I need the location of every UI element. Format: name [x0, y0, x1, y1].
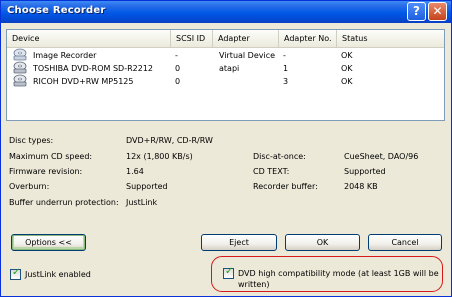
recorder-buffer-label: Recorder buffer:	[253, 182, 318, 191]
firmware-value: 1.64	[126, 167, 144, 176]
max-speed-label: Maximum CD speed:	[9, 152, 93, 161]
checkmark-icon: ✓	[225, 266, 234, 277]
choose-recorder-dialog: Choose Recorder ? ✕ Device SCSI ID Adapt…	[0, 0, 452, 297]
adapter-no: 1	[283, 64, 289, 73]
status: OK	[341, 64, 353, 73]
disc-types-label: Disc types:	[9, 136, 54, 145]
close-button[interactable]: ✕	[428, 2, 447, 21]
disc-types-value: DVD+R/RW, CD-R/RW	[126, 136, 213, 145]
column-header-scsi-id[interactable]: SCSI ID	[171, 30, 213, 47]
justlink-checkbox[interactable]: ✓	[10, 267, 21, 280]
table-row[interactable]: TOSHIBA DVD-ROM SD-R2212 0 atapi 1 OK	[7, 61, 444, 75]
dvd-compat-label-line2[interactable]: written)	[238, 280, 269, 289]
image-recorder-icon	[13, 48, 27, 61]
firmware-label: Firmware revision:	[9, 167, 83, 176]
title-bar[interactable]: Choose Recorder ? ✕	[1, 1, 451, 23]
column-header-status[interactable]: Status	[337, 30, 444, 47]
dvd-compat-checkbox[interactable]: ✓	[223, 266, 234, 279]
eject-button[interactable]: Eject	[201, 234, 277, 251]
device-name: RICOH DVD+RW MP5125	[33, 77, 134, 86]
overburn-value: Supported	[126, 182, 168, 191]
column-header-adapter[interactable]: Adapter	[213, 30, 279, 47]
options-button[interactable]: Options <<	[11, 234, 86, 251]
optical-drive-icon	[13, 74, 27, 87]
max-speed-value: 12x (1,800 KB/s)	[126, 152, 193, 161]
dao-value: CueSheet, DAO/96	[344, 152, 419, 161]
ok-button[interactable]: OK	[285, 234, 360, 251]
device-name: Image Recorder	[33, 51, 97, 60]
adapter: atapi	[219, 64, 240, 73]
column-header-device[interactable]: Device	[7, 30, 171, 47]
adapter-no: -	[283, 51, 286, 60]
dvd-compat-label-line1[interactable]: DVD high compatibility mode (at least 1G…	[238, 269, 439, 278]
column-header-adapter-no[interactable]: Adapter No.	[279, 30, 337, 47]
recorder-buffer-value: 2048 KB	[344, 182, 378, 191]
dao-label: Disc-at-once:	[253, 152, 306, 161]
buffer-protection-label: Buffer underrun protection:	[9, 198, 119, 207]
status: OK	[341, 51, 353, 60]
recorder-list[interactable]: Device SCSI ID Adapter Adapter No. Statu…	[6, 29, 445, 121]
scsi-id: 0	[175, 64, 181, 73]
table-row[interactable]: Image Recorder - Virtual Device - OK	[7, 48, 444, 62]
scsi-id: -	[175, 51, 178, 60]
table-row[interactable]: RICOH DVD+RW MP5125 0 3 OK	[7, 74, 444, 88]
scsi-id: 0	[175, 77, 181, 86]
optical-drive-icon	[13, 61, 27, 74]
help-button[interactable]: ?	[407, 2, 426, 21]
status: OK	[341, 77, 353, 86]
cancel-button[interactable]: Cancel	[368, 234, 442, 251]
adapter-no: 3	[283, 77, 289, 86]
checkmark-icon: ✓	[12, 267, 21, 278]
window-title: Choose Recorder	[7, 5, 106, 16]
overburn-label: Overburn:	[9, 182, 50, 191]
adapter: Virtual Device	[219, 51, 276, 60]
buffer-protection-value: JustLink	[126, 198, 158, 207]
list-header: Device SCSI ID Adapter Adapter No. Statu…	[7, 30, 444, 48]
cd-text-label: CD TEXT:	[253, 167, 290, 176]
justlink-label[interactable]: JustLink enabled	[25, 270, 91, 279]
device-name: TOSHIBA DVD-ROM SD-R2212	[33, 64, 154, 73]
cd-text-value: Supported	[344, 167, 386, 176]
